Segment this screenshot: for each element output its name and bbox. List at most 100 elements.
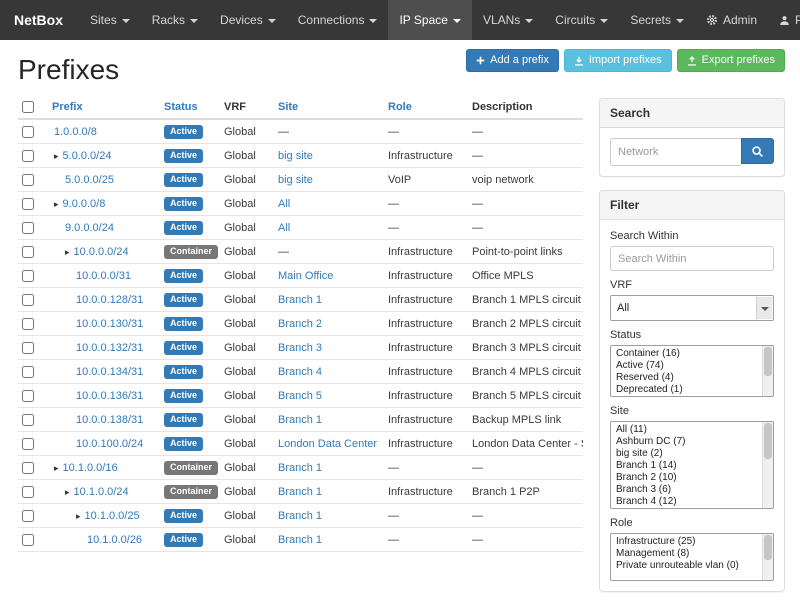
site-link[interactable]: Branch 4 [278, 366, 322, 378]
listbox-option[interactable]: Infrastructure (25) [611, 536, 761, 548]
select-all-checkbox[interactable] [22, 101, 34, 113]
prefix-link[interactable]: 10.0.100.0/24 [76, 438, 143, 450]
row-checkbox[interactable] [22, 150, 34, 162]
row-checkbox[interactable] [22, 174, 34, 186]
expand-arrow-icon[interactable]: ▸ [65, 247, 70, 257]
nav-item-devices[interactable]: Devices [209, 0, 287, 40]
row-checkbox[interactable] [22, 318, 34, 330]
prefix-link[interactable]: 10.1.0.0/24 [74, 486, 129, 498]
expand-arrow-icon[interactable]: ▸ [65, 487, 70, 497]
site-link[interactable]: Branch 5 [278, 390, 322, 402]
site-link[interactable]: Branch 3 [278, 342, 322, 354]
prefix-link[interactable]: 10.0.0.128/31 [76, 294, 143, 306]
nav-item-ip-space[interactable]: IP Space [388, 0, 471, 40]
row-checkbox[interactable] [22, 390, 34, 402]
role-filter-listbox[interactable]: Infrastructure (25)Management (8)Private… [610, 533, 774, 581]
site-link[interactable]: Branch 1 [278, 486, 322, 498]
listbox-option[interactable]: Branch 1 (14) [611, 460, 761, 472]
expand-arrow-icon[interactable]: ▸ [76, 511, 81, 521]
row-checkbox[interactable] [22, 342, 34, 354]
row-checkbox[interactable] [22, 126, 34, 138]
nav-item-racks[interactable]: Racks [141, 0, 209, 40]
search-button[interactable] [741, 138, 774, 164]
site-link[interactable]: Branch 1 [278, 462, 322, 474]
vrf-select[interactable]: All [610, 295, 774, 321]
prefix-link[interactable]: 10.0.0.130/31 [76, 318, 143, 330]
listbox-option[interactable]: Management (8) [611, 548, 761, 560]
site-link[interactable]: Main Office [278, 270, 333, 282]
status-listbox-scrollbar[interactable] [762, 346, 773, 396]
row-checkbox[interactable] [22, 246, 34, 258]
column-header-site[interactable]: Site [274, 96, 384, 119]
prefix-link[interactable]: 10.0.0.0/31 [76, 270, 131, 282]
nav-item-sites[interactable]: Sites [79, 0, 141, 40]
site-link[interactable]: All [278, 222, 290, 234]
listbox-option[interactable]: Private unrouteable vlan (0) [611, 560, 761, 572]
listbox-option[interactable]: Reserved (4) [611, 372, 761, 384]
prefix-link[interactable]: 1.0.0.0/8 [54, 126, 97, 138]
site-link[interactable]: London Data Center [278, 438, 377, 450]
row-checkbox[interactable] [22, 270, 34, 282]
nav-item-profile[interactable]: Profile [768, 0, 800, 40]
prefix-link[interactable]: 9.0.0.0/8 [63, 198, 106, 210]
expand-arrow-icon[interactable]: ▸ [54, 151, 59, 161]
listbox-option[interactable]: Branch 2 (10) [611, 472, 761, 484]
listbox-option[interactable]: Branch 3 (6) [611, 484, 761, 496]
expand-arrow-icon[interactable]: ▸ [54, 463, 59, 473]
site-link[interactable]: Branch 1 [278, 414, 322, 426]
row-checkbox[interactable] [22, 438, 34, 450]
site-link[interactable]: All [278, 198, 290, 210]
prefix-link[interactable]: 10.0.0.132/31 [76, 342, 143, 354]
site-link[interactable]: big site [278, 174, 313, 186]
status-filter-listbox[interactable]: Container (16)Active (74)Reserved (4)Dep… [610, 345, 774, 397]
prefix-link[interactable]: 5.0.0.0/25 [65, 174, 114, 186]
site-filter-listbox[interactable]: All (11)Ashburn DC (7)big site (2)Branch… [610, 421, 774, 509]
prefix-link[interactable]: 10.1.0.0/25 [85, 510, 140, 522]
listbox-option[interactable]: Branch 4 (12) [611, 496, 761, 508]
prefix-link[interactable]: 10.0.0.138/31 [76, 414, 143, 426]
row-checkbox[interactable] [22, 222, 34, 234]
listbox-option[interactable]: Branch 5 (7) [611, 508, 761, 509]
listbox-option[interactable]: big site (2) [611, 448, 761, 460]
add-prefix-button[interactable]: Add a prefix [466, 49, 559, 72]
prefix-link[interactable]: 10.0.0.136/31 [76, 390, 143, 402]
site-link[interactable]: Branch 1 [278, 294, 322, 306]
site-listbox-scrollbar[interactable] [762, 422, 773, 508]
row-checkbox[interactable] [22, 486, 34, 498]
expand-arrow-icon[interactable]: ▸ [54, 199, 59, 209]
listbox-option[interactable]: Ashburn DC (7) [611, 436, 761, 448]
column-header-prefix[interactable]: Prefix [48, 96, 160, 119]
role-listbox-scrollbar[interactable] [762, 534, 773, 580]
row-checkbox[interactable] [22, 414, 34, 426]
nav-item-secrets[interactable]: Secrets [619, 0, 695, 40]
brand-link[interactable]: NetBox [14, 0, 79, 40]
import-prefixes-button[interactable]: Import prefixes [564, 49, 672, 72]
column-header-status[interactable]: Status [160, 96, 220, 119]
site-link[interactable]: Branch 1 [278, 510, 322, 522]
site-link[interactable]: Branch 1 [278, 534, 322, 546]
prefix-link[interactable]: 10.1.0.0/26 [87, 534, 142, 546]
listbox-option[interactable]: Container (16) [611, 348, 761, 360]
export-prefixes-button[interactable]: Export prefixes [677, 49, 785, 72]
column-header-role[interactable]: Role [384, 96, 468, 119]
nav-item-circuits[interactable]: Circuits [544, 0, 619, 40]
row-checkbox[interactable] [22, 510, 34, 522]
site-link[interactable]: big site [278, 150, 313, 162]
search-input[interactable] [610, 138, 741, 166]
prefix-link[interactable]: 5.0.0.0/24 [63, 150, 112, 162]
nav-item-admin[interactable]: Admin [695, 0, 768, 40]
prefix-link[interactable]: 10.0.0.134/31 [76, 366, 143, 378]
listbox-option[interactable]: Deprecated (1) [611, 384, 761, 396]
nav-item-connections[interactable]: Connections [287, 0, 389, 40]
prefix-link[interactable]: 10.0.0.0/24 [74, 246, 129, 258]
row-checkbox[interactable] [22, 462, 34, 474]
nav-item-vlans[interactable]: VLANs [472, 0, 544, 40]
row-checkbox[interactable] [22, 366, 34, 378]
prefix-link[interactable]: 10.1.0.0/16 [63, 462, 118, 474]
site-link[interactable]: Branch 2 [278, 318, 322, 330]
listbox-option[interactable]: Active (74) [611, 360, 761, 372]
prefix-link[interactable]: 9.0.0.0/24 [65, 222, 114, 234]
row-checkbox[interactable] [22, 294, 34, 306]
row-checkbox[interactable] [22, 534, 34, 546]
listbox-option[interactable]: All (11) [611, 424, 761, 436]
